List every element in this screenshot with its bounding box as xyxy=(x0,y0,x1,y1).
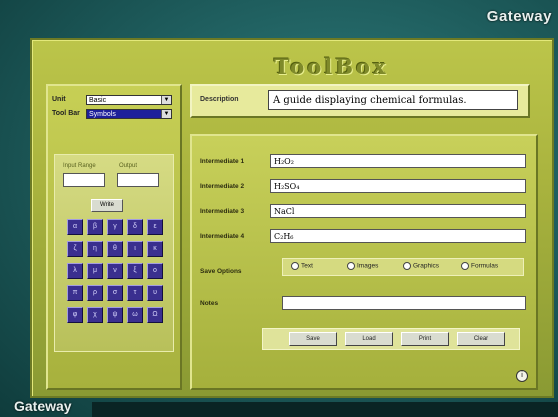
dropdown-arrow-icon[interactable]: ▼ xyxy=(161,96,171,104)
gateway-logo-top: Gateway xyxy=(486,8,552,25)
keypad-panel: Input Range Output Write αβγδε ζηθικ λμνξο… xyxy=(54,154,174,352)
symbol-key[interactable]: β xyxy=(87,219,103,235)
save-options-label: Save Options xyxy=(200,268,242,275)
unit-select-value: Basic xyxy=(89,97,107,104)
save-options-group: Text Images Graphics Formulas xyxy=(282,258,524,276)
radio-option-2[interactable]: Images xyxy=(347,262,378,270)
symbol-key[interactable]: λ xyxy=(67,263,83,279)
field-label-2: Intermediate 2 xyxy=(200,183,245,190)
field-input-4[interactable]: C₂H₆ xyxy=(270,229,526,243)
symbol-key[interactable]: θ xyxy=(107,241,123,257)
taskbar xyxy=(92,402,558,417)
load-button[interactable]: Load xyxy=(345,332,393,346)
toolbar-label: Tool Bar xyxy=(52,110,80,117)
info-icon[interactable]: i xyxy=(516,370,528,382)
write-button[interactable]: Write xyxy=(91,199,123,212)
notes-label: Notes xyxy=(200,300,219,307)
radio-circle-icon[interactable] xyxy=(291,262,299,270)
symbol-key[interactable]: Ω xyxy=(147,307,163,323)
toolbar-select[interactable]: Symbols ▼ xyxy=(86,109,172,119)
notes-field[interactable] xyxy=(282,296,526,310)
unit-select[interactable]: Basic ▼ xyxy=(86,95,172,105)
field-label-4: Intermediate 4 xyxy=(200,233,245,240)
symbol-key[interactable]: ν xyxy=(107,263,123,279)
field-input-2[interactable]: H₂SO₄ xyxy=(270,179,526,193)
symbol-key[interactable]: ψ xyxy=(107,307,123,323)
toolbar-select-value: Symbols xyxy=(89,111,116,118)
symbol-key[interactable]: γ xyxy=(107,219,123,235)
output-field[interactable] xyxy=(117,173,159,187)
symbol-key[interactable]: π xyxy=(67,285,83,301)
symbol-key[interactable]: ο xyxy=(147,263,163,279)
input-range-field[interactable] xyxy=(63,173,105,187)
field-label-1: Intermediate 1 xyxy=(200,158,245,165)
symbol-key[interactable]: η xyxy=(87,241,103,257)
symbol-key[interactable]: ε xyxy=(147,219,163,235)
symbol-key[interactable]: α xyxy=(67,219,83,235)
toolbox-window: ToolBox Unit Basic ▼ Tool Bar Symbols ▼ … xyxy=(30,38,554,398)
field-label-3: Intermediate 3 xyxy=(200,208,245,215)
clear-button[interactable]: Clear xyxy=(457,332,505,346)
window-title: ToolBox xyxy=(274,54,389,79)
description-label: Description xyxy=(200,96,239,103)
symbol-key[interactable]: ρ xyxy=(87,285,103,301)
radio-option-3[interactable]: Graphics xyxy=(403,262,439,270)
description-field[interactable]: A guide displaying chemical formulas. xyxy=(268,90,518,110)
symbol-key[interactable]: ω xyxy=(127,307,143,323)
symbol-key[interactable]: ζ xyxy=(67,241,83,257)
unit-label: Unit xyxy=(52,96,66,103)
save-button[interactable]: Save xyxy=(289,332,337,346)
symbol-key[interactable]: δ xyxy=(127,219,143,235)
symbol-key[interactable]: μ xyxy=(87,263,103,279)
desktop-screen: Gateway ToolBox Unit Basic ▼ Tool Bar Sy… xyxy=(0,0,558,417)
symbol-key[interactable]: σ xyxy=(107,285,123,301)
description-box: Description A guide displaying chemical … xyxy=(190,84,530,118)
left-panel: Unit Basic ▼ Tool Bar Symbols ▼ Input Ra… xyxy=(46,84,182,390)
symbol-key-grid: αβγδε ζηθικ λμνξο πρστυ φχψωΩ xyxy=(67,219,163,323)
symbol-key[interactable]: χ xyxy=(87,307,103,323)
print-button[interactable]: Print xyxy=(401,332,449,346)
dropdown-arrow-icon[interactable]: ▼ xyxy=(161,110,171,118)
action-button-bar: Save Load Print Clear xyxy=(262,328,520,350)
symbol-key[interactable]: κ xyxy=(147,241,163,257)
symbol-key[interactable]: τ xyxy=(127,285,143,301)
formula-panel: Intermediate 1 H₂O₂ Intermediate 2 H₂SO₄… xyxy=(190,134,538,390)
symbol-key[interactable]: ξ xyxy=(127,263,143,279)
radio-option-1[interactable]: Text xyxy=(291,262,313,270)
radio-circle-icon[interactable] xyxy=(461,262,469,270)
radio-option-4[interactable]: Formulas xyxy=(461,262,498,270)
field-input-3[interactable]: NaCl xyxy=(270,204,526,218)
radio-circle-icon[interactable] xyxy=(403,262,411,270)
symbol-key[interactable]: φ xyxy=(67,307,83,323)
symbol-key[interactable]: ι xyxy=(127,241,143,257)
output-label: Output xyxy=(119,163,138,169)
radio-circle-icon[interactable] xyxy=(347,262,355,270)
gateway-logo-bottom: Gateway xyxy=(14,398,72,414)
field-input-1[interactable]: H₂O₂ xyxy=(270,154,526,168)
input-range-label: Input Range xyxy=(63,163,96,169)
symbol-key[interactable]: υ xyxy=(147,285,163,301)
